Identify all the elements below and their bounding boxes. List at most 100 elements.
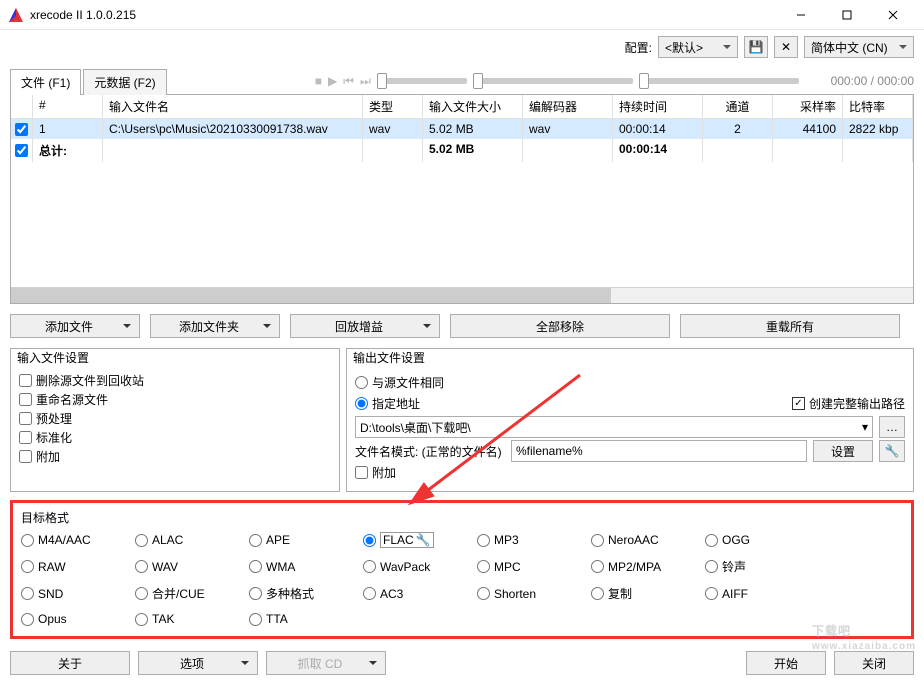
col-sample[interactable]: 采样率 <box>773 95 843 118</box>
horizontal-scrollbar[interactable] <box>11 287 913 303</box>
fmt-mpc[interactable] <box>477 560 490 573</box>
tab-files[interactable]: 文件 (F1) <box>10 69 81 95</box>
fmt-multi[interactable] <box>249 587 262 600</box>
add-file-button[interactable]: 添加文件 <box>10 314 140 338</box>
col-num[interactable]: # <box>33 95 103 118</box>
app-icon <box>8 7 24 23</box>
fmt-wav[interactable] <box>135 560 148 573</box>
row-checkbox[interactable] <box>15 123 28 136</box>
tabs: 文件 (F1) 元数据 (F2) <box>10 68 167 94</box>
target-format-title: 目标格式 <box>21 509 903 526</box>
stop-icon[interactable]: ■ <box>315 74 322 88</box>
col-chan[interactable]: 通道 <box>703 95 773 118</box>
seek-mini-slider[interactable] <box>377 78 467 84</box>
fmt-neroaac[interactable] <box>591 534 604 547</box>
browse-path-button[interactable]: … <box>879 416 905 438</box>
output-settings-panel: 输出文件设置 与源文件相同 指定地址 ✓创建完整输出路径 D:\tools\桌面… <box>346 348 914 492</box>
table-header: # 输入文件名 类型 输入文件大小 编解码器 持续时间 通道 采样率 比特率 <box>11 95 913 119</box>
fmt-snd[interactable] <box>21 587 34 600</box>
close-button[interactable] <box>870 0 916 30</box>
wrench-icon[interactable]: 🔧 <box>416 533 431 547</box>
bottom-button-row: 关于 选项 抓取 CD 开始 关闭 <box>0 643 924 683</box>
play-icon[interactable]: ▶ <box>328 74 337 88</box>
add-folder-button[interactable]: 添加文件夹 <box>150 314 280 338</box>
prev-icon[interactable]: ⏮ <box>343 74 354 89</box>
fmt-merge-cue[interactable] <box>135 587 148 600</box>
delete-profile-button[interactable]: ✕ <box>774 36 798 58</box>
language-select[interactable]: 简体中文 (CN) <box>804 36 914 58</box>
profile-select[interactable]: <默认> <box>658 36 738 58</box>
same-as-source-radio[interactable] <box>355 376 368 389</box>
remove-all-button[interactable]: 全部移除 <box>450 314 670 338</box>
input-settings-panel: 输入文件设置 删除源文件到回收站 重命名源文件 预处理 标准化 附加 <box>10 348 340 492</box>
table-total-row: 总计: 5.02 MB 00:00:14 <box>11 139 913 162</box>
append-input-checkbox[interactable] <box>19 450 32 463</box>
options-button[interactable]: 选项 <box>138 651 258 675</box>
settings-region: 输入文件设置 删除源文件到回收站 重命名源文件 预处理 标准化 附加 输出文件设… <box>0 348 924 492</box>
minimize-button[interactable] <box>778 0 824 30</box>
fmt-raw[interactable] <box>21 560 34 573</box>
fmt-wma[interactable] <box>249 560 262 573</box>
fmt-tak[interactable] <box>135 613 148 626</box>
fmt-mp2[interactable] <box>591 560 604 573</box>
filename-pattern-input[interactable]: %filename% <box>511 440 807 462</box>
file-table: # 输入文件名 类型 输入文件大小 编解码器 持续时间 通道 采样率 比特率 1… <box>10 94 914 304</box>
save-profile-button[interactable]: 💾 <box>744 36 768 58</box>
reload-all-button[interactable]: 重载所有 <box>680 314 900 338</box>
close-app-button[interactable]: 关闭 <box>834 651 914 675</box>
window-title: xrecode II 1.0.0.215 <box>30 8 136 22</box>
delete-icon: ✕ <box>781 40 791 54</box>
fmt-copy[interactable] <box>591 587 604 600</box>
pattern-settings-button[interactable]: 设置 <box>813 440 873 462</box>
col-name[interactable]: 输入文件名 <box>103 95 363 118</box>
create-full-path-checkbox[interactable]: ✓ <box>792 397 805 410</box>
total-checkbox[interactable] <box>15 144 28 157</box>
about-button[interactable]: 关于 <box>10 651 130 675</box>
fmt-ape[interactable] <box>249 534 262 547</box>
save-icon: 💾 <box>749 40 764 54</box>
config-row: 配置: <默认> 💾 ✕ 简体中文 (CN) <box>0 30 924 64</box>
col-dur[interactable]: 持续时间 <box>613 95 703 118</box>
pattern-tools-button[interactable]: 🔧 <box>879 440 905 462</box>
wrench-icon: 🔧 <box>885 444 900 458</box>
tab-metadata[interactable]: 元数据 (F2) <box>83 69 166 95</box>
col-type[interactable]: 类型 <box>363 95 423 118</box>
fmt-wavpack[interactable] <box>363 560 376 573</box>
volume-slider[interactable] <box>639 78 799 84</box>
replaygain-button[interactable]: 回放增益 <box>290 314 440 338</box>
next-icon[interactable]: ⏭ <box>360 74 371 89</box>
col-bit[interactable]: 比特率 <box>843 95 913 118</box>
pattern-label: 文件名模式: (正常的文件名) <box>355 443 505 460</box>
fmt-ac3[interactable] <box>363 587 376 600</box>
col-codec[interactable]: 编解码器 <box>523 95 613 118</box>
grab-cd-button[interactable]: 抓取 CD <box>266 651 386 675</box>
fmt-alac[interactable] <box>135 534 148 547</box>
start-button[interactable]: 开始 <box>746 651 826 675</box>
rename-source-checkbox[interactable] <box>19 393 32 406</box>
fmt-shorten[interactable] <box>477 587 490 600</box>
table-row[interactable]: 1 C:\Users\pc\Music\20210330091738.wav w… <box>11 119 913 139</box>
col-size[interactable]: 输入文件大小 <box>423 95 523 118</box>
specify-path-radio[interactable] <box>355 397 368 410</box>
fmt-opus[interactable] <box>21 613 34 626</box>
time-display: 000:00 / 000:00 <box>831 74 914 88</box>
progress-slider[interactable] <box>473 78 633 84</box>
delete-to-recycle-checkbox[interactable] <box>19 374 32 387</box>
titlebar: xrecode II 1.0.0.215 <box>0 0 924 30</box>
action-button-row: 添加文件 添加文件夹 回放增益 全部移除 重载所有 <box>0 304 924 348</box>
fmt-ogg[interactable] <box>705 534 718 547</box>
normalize-checkbox[interactable] <box>19 431 32 444</box>
fmt-ringtone[interactable] <box>705 560 718 573</box>
fmt-flac[interactable] <box>363 534 376 547</box>
fmt-tta[interactable] <box>249 613 262 626</box>
maximize-button[interactable] <box>824 0 870 30</box>
append-output-checkbox[interactable] <box>355 466 368 479</box>
input-settings-title: 输入文件设置 <box>17 349 331 366</box>
fmt-m4a[interactable] <box>21 534 34 547</box>
target-format-panel: 目标格式 M4A/AAC ALAC APE FLAC🔧 MP3 NeroAAC … <box>10 500 914 639</box>
fmt-mp3[interactable] <box>477 534 490 547</box>
preprocess-checkbox[interactable] <box>19 412 32 425</box>
output-path-combo[interactable]: D:\tools\桌面\下载吧\▾ <box>355 416 873 438</box>
transport-controls: ■ ▶ ⏮ ⏭ <box>315 74 799 89</box>
fmt-aiff[interactable] <box>705 587 718 600</box>
